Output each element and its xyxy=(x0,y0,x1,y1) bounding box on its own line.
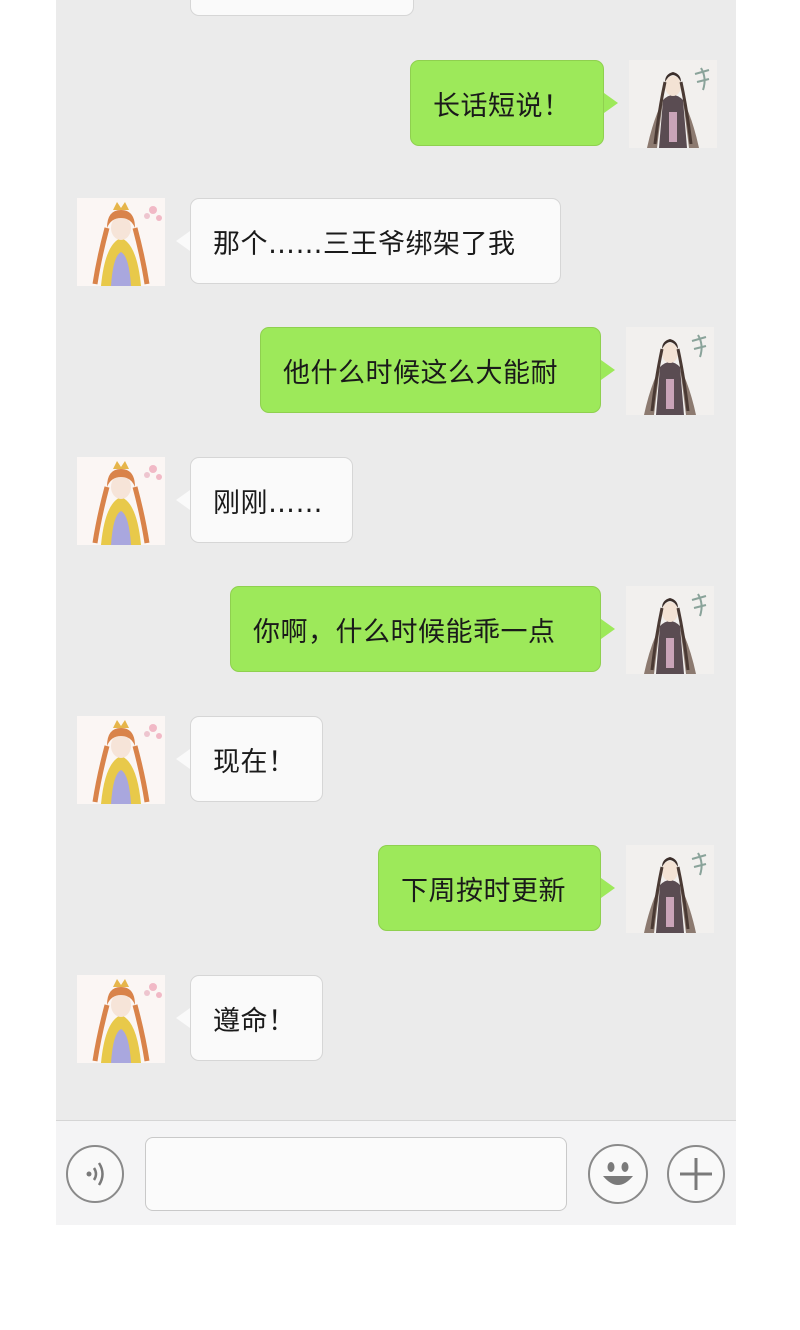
contact-avatar[interactable] xyxy=(77,716,165,804)
emoji-button[interactable] xyxy=(588,1144,648,1204)
message-text: 长话短说！ xyxy=(433,90,571,122)
my-avatar[interactable] xyxy=(626,586,714,674)
bubble-tail xyxy=(176,749,190,769)
my-avatar[interactable] xyxy=(629,60,717,148)
message-text: 那个……三王爷绑架了我 xyxy=(213,228,516,260)
bubble-tail xyxy=(601,878,615,898)
contact-avatar[interactable] xyxy=(77,198,165,286)
message-text: 刚刚…… xyxy=(213,487,323,519)
message-text: 现在！ xyxy=(213,746,296,778)
bubble-tail xyxy=(601,619,615,639)
chat-input-bar xyxy=(56,1120,736,1225)
message-text: 下周按时更新 xyxy=(401,875,566,907)
partial-message-bubble xyxy=(190,0,414,16)
message-text: 遵命！ xyxy=(213,1005,296,1037)
chat-window: 长话短说！ 那个……三王爷绑架了我 他什么时候这么大能耐 刚刚…… 你啊，什么时… xyxy=(56,0,736,1225)
bubble-tail xyxy=(176,490,190,510)
message-input[interactable] xyxy=(145,1137,567,1211)
message-bubble-outgoing: 下周按时更新 xyxy=(378,845,601,931)
more-button[interactable] xyxy=(667,1145,725,1203)
contact-avatar[interactable] xyxy=(77,457,165,545)
voice-button[interactable] xyxy=(66,1145,124,1203)
message-bubble-outgoing: 长话短说！ xyxy=(410,60,604,146)
plus-icon xyxy=(680,1158,712,1190)
bubble-tail xyxy=(176,231,190,251)
my-avatar[interactable] xyxy=(626,327,714,415)
message-text: 你啊，什么时候能乖一点 xyxy=(253,616,556,648)
message-bubble-incoming: 现在！ xyxy=(190,716,323,802)
contact-avatar[interactable] xyxy=(77,975,165,1063)
message-bubble-incoming: 那个……三王爷绑架了我 xyxy=(190,198,561,284)
message-bubble-incoming: 遵命！ xyxy=(190,975,323,1061)
message-bubble-outgoing: 他什么时候这么大能耐 xyxy=(260,327,601,413)
voice-icon xyxy=(86,1162,104,1186)
message-bubble-incoming: 刚刚…… xyxy=(190,457,353,543)
bubble-tail xyxy=(176,1008,190,1028)
bubble-tail xyxy=(601,360,615,380)
bubble-tail xyxy=(604,93,618,113)
my-avatar[interactable] xyxy=(626,845,714,933)
message-text: 他什么时候这么大能耐 xyxy=(283,357,558,389)
smiley-icon xyxy=(603,1162,633,1185)
message-bubble-outgoing: 你啊，什么时候能乖一点 xyxy=(230,586,601,672)
